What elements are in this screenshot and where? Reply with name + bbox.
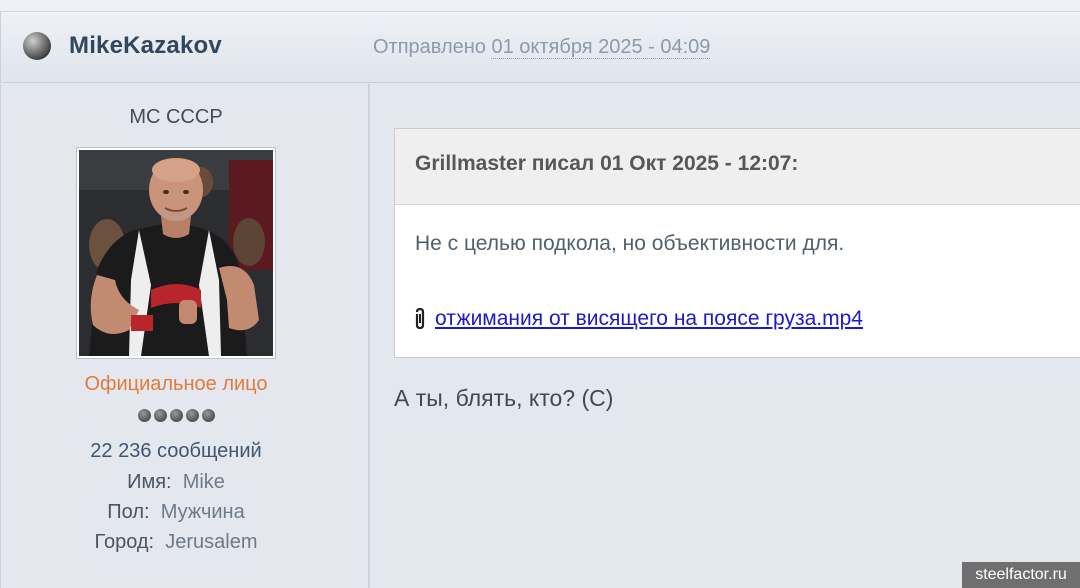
- name-label: Имя:: [127, 471, 172, 493]
- rank-pip-icon: [154, 409, 167, 422]
- rank-pip-icon: [186, 409, 199, 422]
- rank-pip-icon: [138, 409, 151, 422]
- rank-pip-icon: [202, 409, 215, 422]
- top-strip: [0, 0, 1080, 12]
- quote-text: Не с целью подкола, но объективности для…: [415, 232, 845, 255]
- avatar-image: [79, 150, 273, 356]
- gender-label: Пол:: [107, 501, 150, 523]
- attachment-link[interactable]: отжимания от висящего на поясе груза.mp4: [435, 307, 863, 331]
- post-date: Отправлено 01 октября 2025 - 04:09: [373, 36, 711, 59]
- post-content: Grillmaster писал 01 Окт 2025 - 12:07: Н…: [371, 84, 1080, 588]
- attachment: отжимания от висящего на поясе груза.mp4: [413, 307, 863, 331]
- city-label: Город:: [94, 531, 155, 553]
- rank-pip-icon: [170, 409, 183, 422]
- quote-block: Grillmaster писал 01 Окт 2025 - 12:07: Н…: [394, 128, 1080, 358]
- city-value: Jerusalem: [165, 531, 258, 553]
- author-name-link[interactable]: MikeKazakov: [69, 32, 222, 60]
- site-watermark: steelfactor.ru: [962, 562, 1080, 588]
- quote-citation: Grillmaster писал 01 Окт 2025 - 12:07:: [415, 152, 799, 175]
- member-group: Официальное лицо: [84, 373, 268, 395]
- profile-gender: Пол: Мужчина: [1, 501, 351, 524]
- name-value: Mike: [182, 471, 225, 493]
- rank-pips: [138, 409, 215, 423]
- post-header: MikeKazakov Отправлено 01 октября 2025 -…: [0, 12, 1080, 83]
- post-body-text: А ты, блять, кто? (С): [394, 385, 614, 411]
- author-sidebar: МС СССР Официальное лицо 22 236 сообщени…: [0, 84, 370, 588]
- user-title: МС СССР: [129, 106, 223, 128]
- avatar[interactable]: [76, 147, 276, 359]
- gender-value: Мужчина: [160, 501, 245, 523]
- online-status-icon: [23, 32, 51, 60]
- quote-header: Grillmaster писал 01 Окт 2025 - 12:07:: [395, 129, 1080, 205]
- posted-date-link[interactable]: 01 октября 2025 - 04:09: [491, 36, 711, 59]
- post-count: 22 236 сообщений: [90, 440, 262, 462]
- profile-city: Город: Jerusalem: [1, 531, 351, 554]
- posted-label: Отправлено: [373, 36, 486, 58]
- profile-name: Имя: Mike: [1, 471, 351, 494]
- paperclip-icon: [415, 308, 425, 330]
